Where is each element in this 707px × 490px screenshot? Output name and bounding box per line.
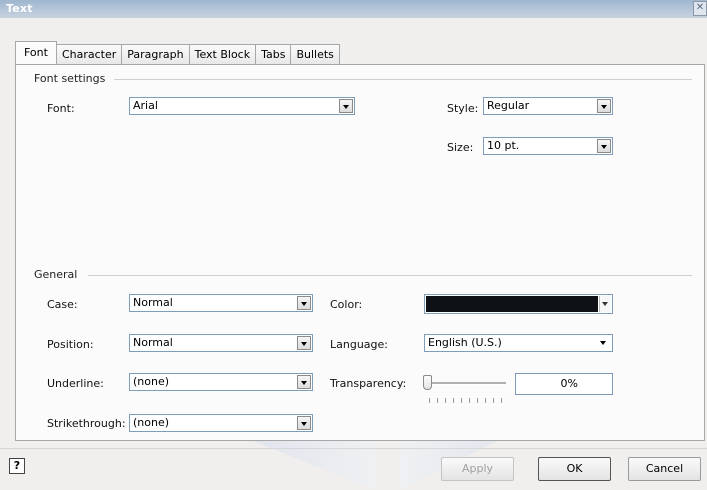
transparency-slider-thumb[interactable]	[423, 375, 432, 390]
close-icon[interactable]: ✕	[693, 1, 707, 16]
underline-label: Underline:	[47, 377, 104, 390]
window-title: Text	[6, 2, 33, 15]
font-settings-group-label: Font settings	[34, 72, 106, 85]
color-label: Color:	[330, 298, 363, 311]
case-dropdown[interactable]: Normal	[129, 294, 313, 312]
tab-strip: Font Character Paragraph Text Block Tabs…	[15, 41, 340, 65]
ok-button[interactable]: OK	[538, 457, 611, 481]
tab-character[interactable]: Character	[55, 44, 123, 64]
language-dropdown-value: English (U.S.)	[428, 336, 502, 349]
chevron-down-icon[interactable]	[597, 99, 611, 113]
transparency-slider-track[interactable]	[430, 382, 506, 385]
strikethrough-dropdown[interactable]: (none)	[129, 414, 313, 432]
size-label: Size:	[447, 141, 474, 154]
tab-font[interactable]: Font	[15, 41, 57, 64]
chevron-down-icon[interactable]	[597, 139, 611, 153]
transparency-label: Transparency:	[330, 377, 407, 390]
tab-paragraph[interactable]: Paragraph	[121, 44, 190, 64]
text-dialog: DropBooks Text ✕ Font Character Paragrap…	[0, 0, 707, 490]
position-dropdown-value: Normal	[133, 336, 173, 349]
chevron-down-icon[interactable]	[339, 99, 353, 113]
general-group-label: General	[34, 268, 78, 281]
apply-button[interactable]: Apply	[441, 457, 514, 481]
size-dropdown-value: 10 pt.	[487, 139, 520, 152]
chevron-down-icon[interactable]	[599, 296, 611, 312]
transparency-slider-ticks	[429, 398, 503, 403]
size-dropdown[interactable]: 10 pt.	[483, 137, 613, 155]
general-divider	[88, 275, 692, 276]
chevron-down-icon[interactable]	[297, 375, 311, 389]
strikethrough-dropdown-value: (none)	[133, 416, 170, 429]
style-dropdown[interactable]: Regular	[483, 97, 613, 115]
chevron-down-icon[interactable]	[297, 336, 311, 350]
underline-dropdown-value: (none)	[133, 375, 170, 388]
strikethrough-label: Strikethrough:	[47, 417, 126, 430]
language-dropdown[interactable]: English (U.S.)	[424, 334, 613, 352]
case-dropdown-value: Normal	[133, 296, 173, 309]
tab-text-block[interactable]: Text Block	[188, 44, 257, 64]
font-label: Font:	[47, 102, 75, 115]
tab-bullets[interactable]: Bullets	[290, 44, 340, 64]
chevron-down-icon[interactable]	[297, 296, 311, 310]
style-label: Style:	[447, 102, 479, 115]
title-bar[interactable]: Text ✕	[0, 0, 707, 18]
footer-divider	[0, 448, 707, 449]
chevron-down-icon[interactable]	[597, 336, 611, 350]
cancel-button[interactable]: Cancel	[628, 457, 701, 481]
case-label: Case:	[47, 298, 78, 311]
color-picker[interactable]	[424, 294, 613, 314]
chevron-down-icon[interactable]	[297, 416, 311, 430]
font-dropdown[interactable]: Arial	[129, 97, 355, 115]
underline-dropdown[interactable]: (none)	[129, 373, 313, 391]
position-label: Position:	[47, 338, 94, 351]
transparency-value-field[interactable]: 0%	[515, 373, 613, 395]
tab-tabs[interactable]: Tabs	[255, 44, 292, 64]
style-dropdown-value: Regular	[487, 99, 530, 112]
help-icon[interactable]: ?	[9, 458, 25, 474]
color-swatch	[426, 296, 598, 312]
language-label: Language:	[330, 338, 388, 351]
font-settings-divider	[114, 79, 692, 80]
font-dropdown-value: Arial	[133, 99, 158, 112]
position-dropdown[interactable]: Normal	[129, 334, 313, 352]
